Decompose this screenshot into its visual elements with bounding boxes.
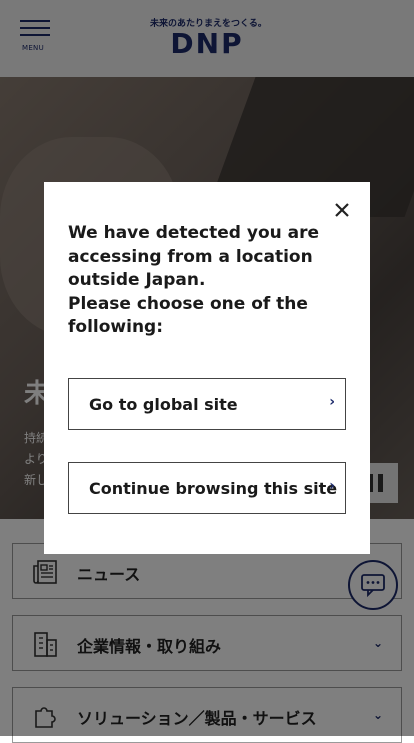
chevron-right-icon: ›	[329, 394, 335, 410]
button-label: Continue browsing this site	[89, 479, 338, 498]
button-label: Go to global site	[89, 395, 238, 414]
chevron-right-icon: ›	[329, 478, 335, 494]
go-to-global-site-button[interactable]: Go to global site ›	[68, 378, 346, 430]
dialog-message: We have detected you are accessing from …	[68, 223, 320, 337]
continue-browsing-button[interactable]: Continue browsing this site ›	[68, 462, 346, 514]
close-button[interactable]	[330, 198, 354, 222]
close-icon	[335, 203, 349, 217]
